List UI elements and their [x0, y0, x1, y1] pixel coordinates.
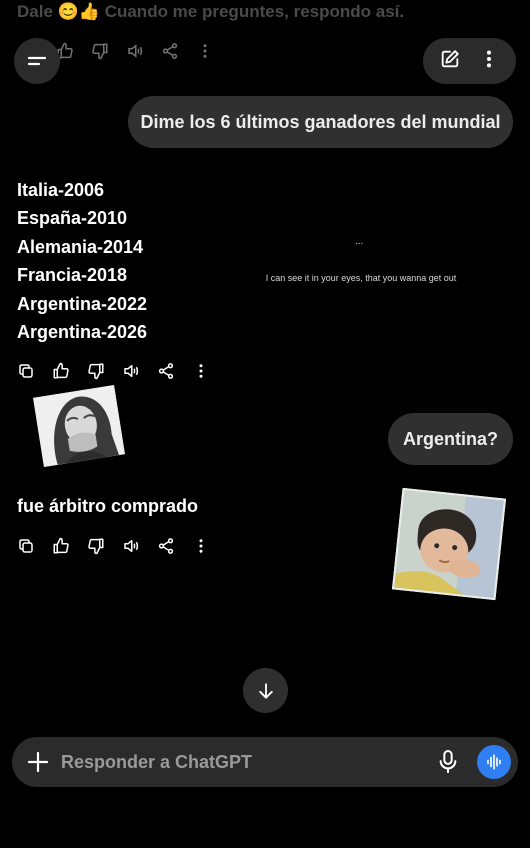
assistant-message: fue árbitro comprado: [17, 496, 199, 516]
more-button[interactable]: [192, 362, 210, 380]
mic-icon: [439, 749, 457, 774]
speaker-icon: [128, 44, 143, 58]
header-actions: [423, 38, 516, 84]
speaker-icon: [124, 540, 139, 552]
previous-message-text: Dale 😊👍 Cuando me preguntes, respondo as…: [17, 2, 405, 21]
dislike-button[interactable]: [87, 537, 105, 555]
message-actions: [17, 362, 210, 380]
like-button[interactable]: [52, 362, 70, 380]
list-item: España-2010: [17, 208, 128, 229]
voice-waveform-icon: [487, 754, 501, 770]
more-vertical-icon: [203, 44, 207, 58]
share-icon: [162, 43, 178, 59]
more-vertical-icon: [199, 364, 203, 378]
add-attachment-button[interactable]: [26, 750, 50, 779]
more-options-button[interactable]: [478, 48, 500, 75]
plus-icon: [27, 751, 49, 773]
list-item: Argentina-2026: [17, 322, 148, 343]
list-item: Italia-2006: [17, 180, 105, 200]
voice-mode-button[interactable]: [477, 745, 511, 779]
new-chat-button[interactable]: [439, 48, 461, 75]
share-icon: [158, 363, 174, 379]
dictation-button[interactable]: [437, 749, 459, 780]
more-vertical-icon: [199, 539, 203, 553]
edit-icon: [442, 49, 459, 67]
speaker-icon: [124, 365, 139, 377]
composer: [12, 737, 518, 787]
copy-button[interactable]: [17, 537, 35, 555]
previous-message-actions: [56, 42, 214, 60]
share-button[interactable]: [157, 362, 175, 380]
thumbs-up-icon: [53, 537, 69, 554]
menu-button[interactable]: [14, 38, 60, 84]
list-item: Francia-2018: [17, 265, 128, 286]
arrow-down-icon: [258, 682, 273, 699]
more-button[interactable]: [192, 537, 210, 555]
menu-icon: [27, 56, 47, 66]
sticker-image: [391, 487, 507, 601]
message-input[interactable]: [61, 746, 421, 778]
thumbs-down-icon: [88, 363, 104, 380]
read-aloud-button[interactable]: [122, 362, 140, 380]
copy-icon: [19, 539, 33, 553]
copy-icon: [19, 364, 33, 378]
list-item: Argentina-2022: [17, 293, 148, 314]
overlay-caption: I can see it in your eyes, that you wann…: [265, 273, 457, 283]
dislike-button[interactable]: [87, 362, 105, 380]
user-message: Argentina?: [388, 413, 513, 465]
scroll-down-button[interactable]: [243, 668, 288, 713]
message-actions: [17, 537, 210, 555]
share-icon: [158, 538, 174, 554]
list-item: Alemania-2014: [17, 236, 144, 257]
like-button[interactable]: [52, 537, 70, 555]
thumbs-down-icon: [88, 538, 104, 555]
share-button[interactable]: [157, 537, 175, 555]
sticker-image: [33, 385, 125, 467]
thumbs-up-icon: [53, 362, 69, 379]
read-aloud-button[interactable]: [122, 537, 140, 555]
assistant-message: Italia-2006 España-2010 Alemania-2014 Fr…: [17, 176, 147, 346]
copy-button[interactable]: [17, 362, 35, 380]
user-message: Dime los 6 últimos ganadores del mundial: [128, 96, 513, 148]
overlay-dots: ...: [355, 236, 364, 247]
more-vertical-icon: [486, 50, 491, 67]
thumbs-down-icon: [92, 43, 108, 60]
